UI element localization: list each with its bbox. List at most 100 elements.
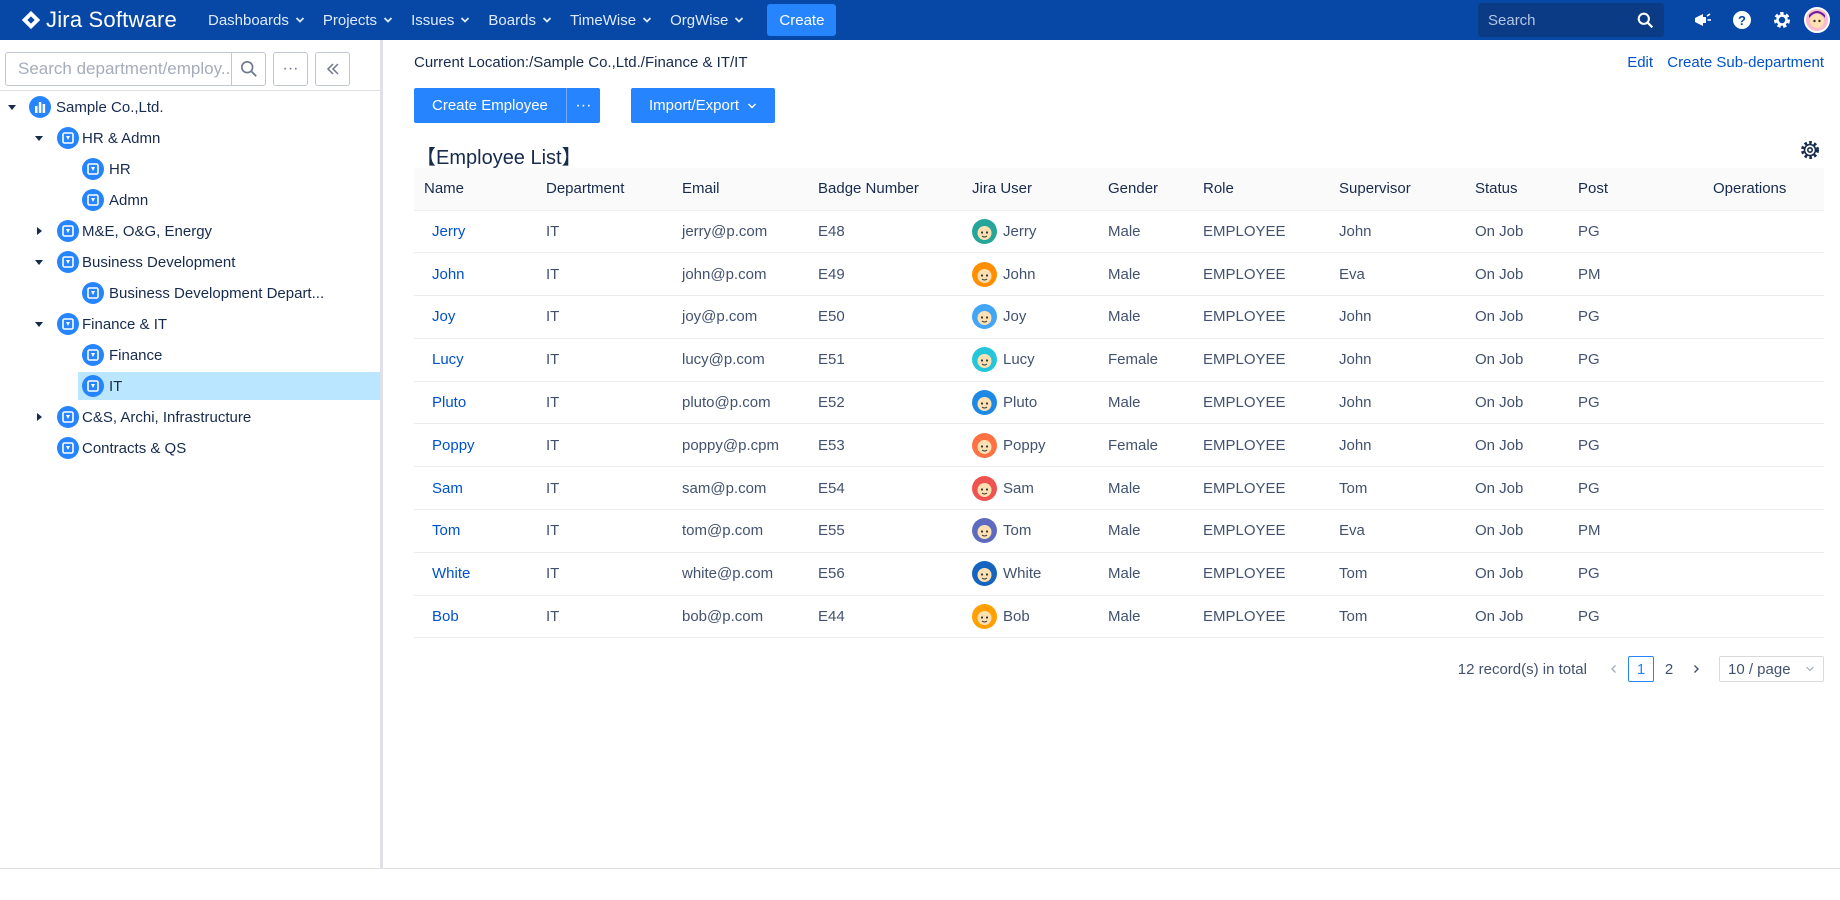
tree-node[interactable]: Finance	[0, 340, 380, 371]
search-icon[interactable]	[231, 52, 265, 86]
nav-item-orgwise[interactable]: OrgWise	[661, 0, 753, 40]
nav-item-projects[interactable]: Projects	[314, 0, 402, 40]
help-icon[interactable]: ?	[1722, 0, 1762, 40]
caret-right-icon[interactable]	[34, 226, 44, 236]
cell-supervisor: John	[1329, 423, 1465, 468]
svg-text:?: ?	[1738, 13, 1746, 28]
cell-role: EMPLOYEE	[1193, 509, 1329, 553]
sidebar-more-button[interactable]: ···	[273, 52, 308, 86]
tree-node[interactable]: M&E, O&G, Energy	[0, 216, 380, 247]
cell-post: PG	[1568, 295, 1703, 339]
create-employee-button[interactable]: Create Employee	[414, 88, 566, 123]
tree-node[interactable]: Finance & IT	[0, 309, 380, 340]
create-employee-more-button[interactable]: ···	[565, 88, 600, 123]
cell-status: On Job	[1465, 381, 1568, 425]
cell-status: On Job	[1465, 552, 1568, 596]
cell-operations	[1703, 338, 1824, 382]
cell-gender: Male	[1098, 509, 1193, 553]
table-row[interactable]: Tom IT tom@p.com E55 Tom Male EMPLOYEE Eva On Jo…	[414, 509, 1824, 553]
tree-node[interactable]: Business Development Depart...	[0, 278, 380, 309]
department-icon	[57, 251, 79, 273]
settings-gear-icon[interactable]	[1762, 0, 1802, 40]
cell-operations	[1703, 552, 1824, 596]
table-row[interactable]: Bob IT bob@p.com E44 Bob Male EMPLOYEE Tom On Jo…	[414, 595, 1824, 639]
caret-down-icon[interactable]	[34, 133, 44, 143]
department-icon	[82, 189, 104, 211]
cell-status: On Job	[1465, 338, 1568, 382]
cell-role: EMPLOYEE	[1193, 252, 1329, 297]
cell-name[interactable]: White	[414, 552, 536, 596]
cell-email: tom@p.com	[672, 509, 808, 553]
table-row[interactable]: Pluto IT pluto@p.com E52 Pluto Male EMPLOYEE Jo…	[414, 381, 1824, 425]
collapse-sidebar-button[interactable]	[315, 52, 350, 86]
table-row[interactable]: Poppy IT poppy@p.cpm E53 Poppy Female EMPLOYEE…	[414, 423, 1824, 468]
column-header-name: Name	[414, 168, 536, 211]
create-button[interactable]: Create	[767, 4, 837, 36]
global-search-input[interactable]: Search	[1478, 3, 1664, 37]
cell-operations	[1703, 295, 1824, 339]
user-avatar[interactable]	[1804, 7, 1830, 33]
table-row[interactable]: Jerry IT jerry@p.com E48 Jerry Male EMPLOYEE Jo…	[414, 210, 1824, 254]
more-icon: ···	[575, 96, 592, 114]
cell-user: Bob	[962, 595, 1098, 639]
caret-down-icon[interactable]	[34, 319, 44, 329]
tree-node[interactable]: Business Development	[0, 247, 380, 278]
caret-right-icon[interactable]	[34, 412, 44, 422]
create-sub-department-link[interactable]: Create Sub-department	[1667, 54, 1824, 71]
cell-role: EMPLOYEE	[1193, 338, 1329, 382]
chevron-down-icon	[642, 17, 652, 23]
tree-node[interactable]: HR	[0, 154, 380, 185]
column-header-status: Status	[1465, 168, 1568, 211]
caret-down-icon[interactable]	[34, 257, 44, 267]
nav-item-boards[interactable]: Boards	[479, 0, 561, 40]
cell-status: On Job	[1465, 423, 1568, 468]
department-search-input[interactable]: Search department/employ...	[5, 52, 266, 86]
cell-badge: E48	[808, 210, 962, 254]
cell-email: bob@p.com	[672, 595, 808, 639]
page-2-button[interactable]: 2	[1656, 656, 1682, 682]
next-page-icon[interactable]	[1683, 656, 1709, 682]
table-row[interactable]: Joy IT joy@p.com E50 Joy Male EMPLOYEE John On J…	[414, 295, 1824, 339]
cell-name[interactable]: Bob	[414, 595, 536, 639]
tree-node[interactable]: HR & Admn	[0, 123, 380, 154]
cell-name[interactable]: Poppy	[414, 423, 536, 468]
cell-user: Jerry	[962, 210, 1098, 254]
tree-node[interactable]: Sample Co.,Ltd.	[0, 92, 380, 123]
cell-email: joy@p.com	[672, 295, 808, 339]
page-1-button[interactable]: 1	[1628, 656, 1654, 682]
tree-node[interactable]: C&S, Archi, Infrastructure	[0, 402, 380, 433]
nav-item-timewise[interactable]: TimeWise	[561, 0, 661, 40]
tree-node[interactable]: Admn	[0, 185, 380, 216]
cell-name[interactable]: Sam	[414, 466, 536, 511]
chevron-down-icon	[735, 17, 744, 23]
table-row[interactable]: John IT john@p.com E49 John Male EMPLOYEE Eva On…	[414, 252, 1824, 297]
cell-name[interactable]: Jerry	[414, 210, 536, 254]
nav-item-issues[interactable]: Issues	[402, 0, 479, 40]
import-export-button[interactable]: Import/Export	[631, 88, 776, 123]
cell-name[interactable]: Lucy	[414, 338, 536, 382]
cell-name[interactable]: Tom	[414, 509, 536, 553]
cell-badge: E55	[808, 509, 962, 553]
cell-name[interactable]: Joy	[414, 295, 536, 339]
cell-supervisor: John	[1329, 381, 1465, 425]
jira-user-name: John	[1003, 265, 1036, 283]
prev-page-icon[interactable]	[1601, 656, 1627, 682]
cell-name[interactable]: John	[414, 252, 536, 297]
cell-operations	[1703, 423, 1824, 468]
jira-diamond-icon	[21, 10, 41, 30]
notifications-icon[interactable]	[1682, 0, 1722, 40]
table-row[interactable]: Lucy IT lucy@p.com E51 Lucy Female EMPLOYEE Joh…	[414, 338, 1824, 382]
tree-node[interactable]: IT	[0, 371, 380, 402]
table-settings-gear-icon[interactable]	[1796, 136, 1824, 164]
column-header-supervisor: Supervisor	[1329, 168, 1465, 211]
page-size-select[interactable]: 10 / page	[1719, 656, 1824, 682]
table-row[interactable]: White IT white@p.com E56 White Male EMPLOYEE To…	[414, 552, 1824, 596]
cell-name[interactable]: Pluto	[414, 381, 536, 425]
tree-node[interactable]: Contracts & QS	[0, 433, 380, 464]
caret-down-icon[interactable]	[7, 102, 17, 112]
jira-logo[interactable]: Jira Software	[20, 7, 177, 33]
selected-highlight	[78, 372, 380, 400]
table-row[interactable]: Sam IT sam@p.com E54 Sam Male EMPLOYEE Tom On Jo…	[414, 466, 1824, 511]
nav-item-dashboards[interactable]: Dashboards	[199, 0, 314, 40]
edit-link[interactable]: Edit	[1627, 54, 1653, 71]
